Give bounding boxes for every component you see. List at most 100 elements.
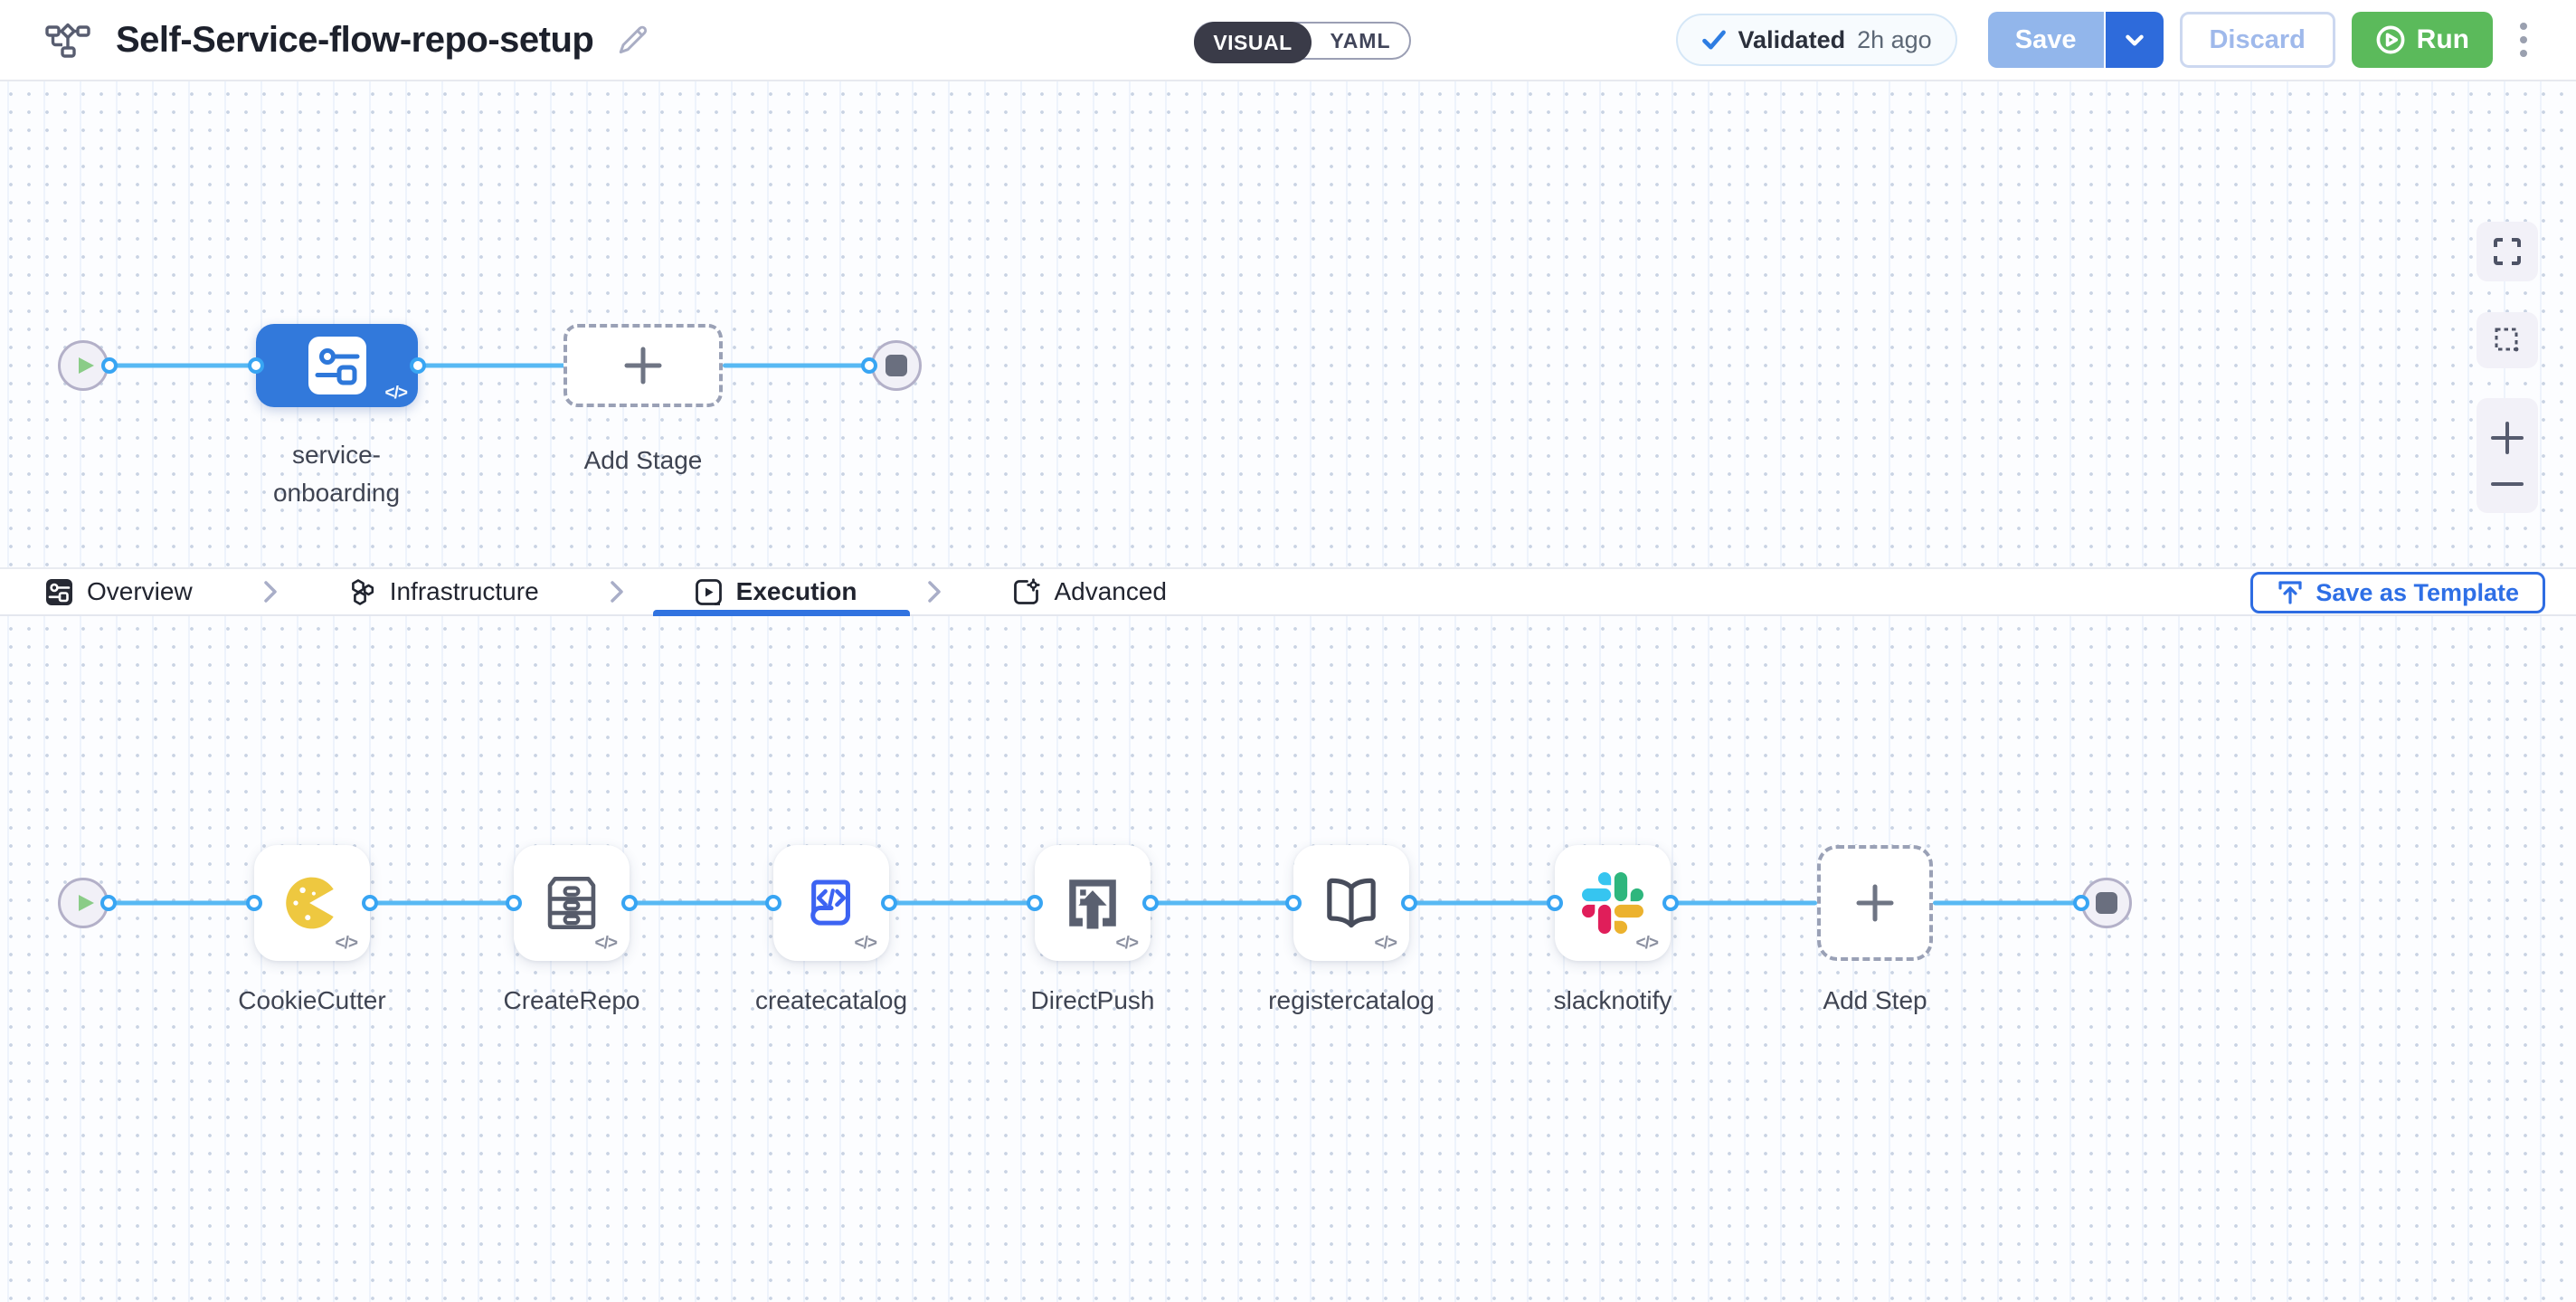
add-step-button[interactable] [1817,845,1933,961]
save-as-template-button[interactable]: Save as Template [2250,572,2545,613]
step-node-createcatalog[interactable]: </> [773,845,889,961]
save-options-button[interactable] [2106,12,2164,68]
step-label: DirectPush [1031,982,1155,1020]
stage-graph-canvas[interactable]: </> service- onboarding Add Stage [0,81,2576,567]
step-node-cookiecutter[interactable]: </> [254,845,370,961]
play-triangle-icon [70,352,97,379]
stop-square-icon [886,355,907,376]
stage-node-service-onboarding[interactable]: </> [256,324,418,407]
connector-port[interactable] [1662,895,1679,911]
edge-connector [1409,901,1555,906]
connector-port[interactable] [248,357,264,374]
code-badge: </> [1375,934,1397,954]
step-node-slacknotify[interactable]: </> [1555,845,1671,961]
add-step-label: Add Step [1823,982,1927,1020]
edge-connector [723,364,869,368]
connector-port[interactable] [362,895,378,911]
execution-icon [695,578,723,606]
validated-time: 2h ago [1857,26,1932,54]
chevron-right-icon [927,579,942,604]
validated-badge[interactable]: Validated 2h ago [1676,14,1957,66]
createcatalog-icon [800,870,863,936]
plus-icon [2490,421,2524,455]
run-button[interactable]: Run [2352,12,2493,68]
pencil-icon [617,24,649,56]
connector-port[interactable] [2073,895,2089,911]
execution-graph-canvas[interactable]: </> </> [0,616,2576,1302]
pipeline-studio: Self-Service-flow-repo-setup VISUAL YAML [0,0,2576,1302]
code-badge: </> [1116,934,1138,954]
page-title: Self-Service-flow-repo-setup [116,20,593,61]
more-options-button[interactable] [2511,14,2536,66]
chevron-down-icon [2123,28,2146,52]
tab-execution[interactable]: Execution [695,577,857,606]
connector-port[interactable] [881,895,897,911]
advanced-icon [1012,578,1040,606]
connector-port[interactable] [100,895,117,911]
connector-port[interactable] [621,895,638,911]
stage-config-tabbar: Overview Infrastructure [0,567,2576,616]
connector-port[interactable] [1401,895,1417,911]
play-triangle-icon [70,889,97,917]
code-badge: </> [1636,934,1658,954]
header: Self-Service-flow-repo-setup VISUAL YAML [0,0,2576,81]
connector-port[interactable] [1027,895,1043,911]
connector-port[interactable] [506,895,522,911]
zoom-controls [2477,398,2538,513]
cookiecutter-icon [279,870,345,936]
step-label: CookieCutter [238,982,385,1020]
template-upload-icon [2277,579,2304,606]
stop-square-icon [2096,892,2117,914]
pipeline-end-node [871,340,922,391]
edge-connector [1671,901,1817,906]
validated-label: Validated [1738,26,1846,54]
infrastructure-icon [348,578,376,606]
plus-icon [1854,882,1896,924]
visual-yaml-toggle: VISUAL YAML [1194,22,1411,60]
toggle-yaml[interactable]: YAML [1312,24,1409,58]
step-node-registercatalog[interactable]: </> [1293,845,1409,961]
zoom-out-button[interactable] [2490,478,2524,490]
connector-port[interactable] [1285,895,1302,911]
add-stage-button[interactable] [564,324,723,407]
connector-port[interactable] [1142,895,1159,911]
marquee-icon [2492,325,2523,356]
connector-port[interactable] [246,895,262,911]
tab-infrastructure[interactable]: Infrastructure [348,577,539,606]
discard-button[interactable]: Discard [2180,12,2335,68]
chevron-right-icon [610,579,624,604]
code-badge: </> [336,934,357,954]
run-play-icon [2375,24,2406,55]
edit-title-button[interactable] [617,24,649,56]
fullscreen-button[interactable] [2477,222,2538,281]
connector-port[interactable] [861,357,877,374]
step-node-directpush[interactable]: </> [1035,845,1151,961]
tab-advanced[interactable]: Advanced [1012,577,1167,606]
edge-connector [1933,901,2081,906]
tab-overview[interactable]: Overview [45,577,193,606]
check-icon [1701,27,1727,52]
connector-port[interactable] [101,357,118,374]
step-label: createcatalog [755,982,907,1020]
save-as-template-label: Save as Template [2316,579,2519,607]
createrepo-icon [540,870,603,936]
edge-connector [630,901,773,906]
connector-port[interactable] [410,357,426,374]
zoom-in-button[interactable] [2490,421,2524,455]
stage-label: service- onboarding [273,436,400,512]
step-node-createrepo[interactable]: </> [514,845,630,961]
tab-label: Execution [736,577,857,606]
pipeline-flow-icon [45,20,90,60]
edge-connector [1151,901,1293,906]
tab-label: Overview [87,577,193,606]
fullscreen-icon [2492,236,2523,267]
selection-marquee-button[interactable] [2477,312,2538,368]
stage-type-icon [308,337,366,394]
connector-port[interactable] [765,895,781,911]
connector-port[interactable] [1547,895,1563,911]
save-button[interactable]: Save [1988,12,2104,68]
run-label: Run [2417,24,2469,55]
toggle-visual[interactable]: VISUAL [1194,22,1312,63]
active-tab-indicator [653,610,910,616]
kebab-dot [2520,36,2527,43]
